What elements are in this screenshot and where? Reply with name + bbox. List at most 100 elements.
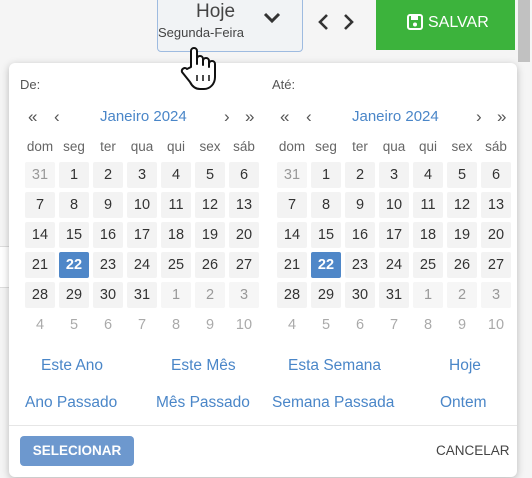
calendar-day[interactable]: 9 — [345, 192, 375, 218]
calendar-day[interactable]: 9 — [447, 312, 477, 338]
calendar-day[interactable]: 29 — [59, 282, 89, 308]
calendar-day[interactable]: 16 — [93, 222, 123, 248]
calendar-day[interactable]: 23 — [93, 252, 123, 278]
calendar-day[interactable]: 8 — [161, 312, 191, 338]
quick-range-last-month[interactable]: Mês Passado — [156, 394, 250, 412]
calendar-day[interactable]: 30 — [345, 282, 375, 308]
calendar-day[interactable]: 12 — [447, 192, 477, 218]
calendar-day[interactable]: 3 — [379, 162, 409, 188]
calendar-day[interactable]: 24 — [379, 252, 409, 278]
calendar-day[interactable]: 25 — [161, 252, 191, 278]
calendar-day[interactable]: 14 — [25, 222, 55, 248]
calendar-day[interactable]: 4 — [413, 162, 443, 188]
calendar-day[interactable]: 13 — [229, 192, 259, 218]
calendar-day[interactable]: 8 — [59, 192, 89, 218]
calendar-day[interactable]: 3 — [229, 282, 259, 308]
calendar-day[interactable]: 15 — [59, 222, 89, 248]
calendar-day[interactable]: 31 — [379, 282, 409, 308]
calendar-day-selected[interactable]: 22 — [311, 252, 341, 278]
cancel-button[interactable]: CANCELAR — [436, 443, 510, 458]
calendar-day-selected[interactable]: 22 — [59, 252, 89, 278]
quick-range-last-year[interactable]: Ano Passado — [25, 394, 117, 412]
calendar-day[interactable]: 2 — [447, 282, 477, 308]
calendar-day[interactable]: 13 — [481, 192, 511, 218]
calendar-day[interactable]: 8 — [311, 192, 341, 218]
calendar-day[interactable]: 20 — [229, 222, 259, 248]
quick-range-last-week[interactable]: Semana Passada — [272, 394, 394, 412]
next-arrow-icon[interactable] — [342, 12, 356, 37]
scrollbar-thumb[interactable] — [518, 0, 530, 62]
save-button[interactable]: SALVAR — [376, 0, 515, 50]
calendar-day[interactable]: 5 — [59, 312, 89, 338]
calendar-day[interactable]: 10 — [481, 312, 511, 338]
calendar-day[interactable]: 26 — [447, 252, 477, 278]
calendar-day[interactable]: 1 — [59, 162, 89, 188]
calendar-day[interactable]: 31 — [25, 162, 55, 188]
calendar-day[interactable]: 2 — [345, 162, 375, 188]
calendar-day[interactable]: 25 — [413, 252, 443, 278]
calendar-day[interactable]: 2 — [93, 162, 123, 188]
next-month-icon[interactable]: › — [224, 107, 230, 127]
calendar-day[interactable]: 26 — [195, 252, 225, 278]
calendar-day[interactable]: 11 — [413, 192, 443, 218]
calendar-day[interactable]: 10 — [229, 312, 259, 338]
calendar-day[interactable]: 6 — [345, 312, 375, 338]
calendar-day[interactable]: 18 — [161, 222, 191, 248]
calendar-day[interactable]: 17 — [379, 222, 409, 248]
calendar-day[interactable]: 23 — [345, 252, 375, 278]
select-button[interactable]: SELECIONAR — [20, 436, 134, 466]
calendar-day[interactable]: 4 — [25, 312, 55, 338]
calendar-day[interactable]: 21 — [25, 252, 55, 278]
calendar-day[interactable]: 30 — [93, 282, 123, 308]
calendar-day[interactable]: 7 — [25, 192, 55, 218]
calendar-day[interactable]: 5 — [447, 162, 477, 188]
calendar-day[interactable]: 2 — [195, 282, 225, 308]
next-month-icon[interactable]: › — [476, 107, 482, 127]
calendar-day[interactable]: 28 — [25, 282, 55, 308]
calendar-day[interactable]: 8 — [413, 312, 443, 338]
quick-range-this-year[interactable]: Este Ano — [41, 357, 103, 375]
month-label[interactable]: Janeiro 2024 — [100, 108, 187, 125]
quick-range-this-month[interactable]: Este Mês — [171, 357, 236, 375]
calendar-day[interactable]: 6 — [93, 312, 123, 338]
calendar-day[interactable]: 14 — [277, 222, 307, 248]
calendar-day[interactable]: 4 — [277, 312, 307, 338]
calendar-day[interactable]: 3 — [481, 282, 511, 308]
calendar-day[interactable]: 11 — [161, 192, 191, 218]
calendar-day[interactable]: 29 — [311, 282, 341, 308]
calendar-day[interactable]: 10 — [379, 192, 409, 218]
calendar-day[interactable]: 3 — [127, 162, 157, 188]
calendar-day[interactable]: 19 — [447, 222, 477, 248]
calendar-day[interactable]: 17 — [127, 222, 157, 248]
quick-range-today[interactable]: Hoje — [449, 357, 481, 375]
calendar-day[interactable]: 27 — [481, 252, 511, 278]
calendar-day[interactable]: 19 — [195, 222, 225, 248]
previous-month-icon[interactable]: ‹ — [306, 107, 312, 127]
calendar-day[interactable]: 31 — [277, 162, 307, 188]
calendar-day[interactable]: 9 — [93, 192, 123, 218]
chevron-down-icon[interactable] — [262, 11, 282, 30]
calendar-day[interactable]: 18 — [413, 222, 443, 248]
calendar-day[interactable]: 1 — [413, 282, 443, 308]
calendar-day[interactable]: 7 — [127, 312, 157, 338]
calendar-day[interactable]: 24 — [127, 252, 157, 278]
calendar-day[interactable]: 4 — [161, 162, 191, 188]
calendar-day[interactable]: 7 — [379, 312, 409, 338]
calendar-day[interactable]: 6 — [481, 162, 511, 188]
month-label[interactable]: Janeiro 2024 — [352, 108, 439, 125]
calendar-day[interactable]: 5 — [311, 312, 341, 338]
next-year-icon[interactable]: » — [497, 107, 506, 127]
calendar-day[interactable]: 1 — [311, 162, 341, 188]
calendar-day[interactable]: 7 — [277, 192, 307, 218]
calendar-day[interactable]: 20 — [481, 222, 511, 248]
calendar-day[interactable]: 5 — [195, 162, 225, 188]
previous-year-icon[interactable]: « — [28, 107, 37, 127]
calendar-day[interactable]: 15 — [311, 222, 341, 248]
calendar-day[interactable]: 27 — [229, 252, 259, 278]
calendar-day[interactable]: 12 — [195, 192, 225, 218]
calendar-day[interactable]: 6 — [229, 162, 259, 188]
calendar-day[interactable]: 16 — [345, 222, 375, 248]
quick-range-yesterday[interactable]: Ontem — [440, 394, 487, 412]
calendar-day[interactable]: 1 — [161, 282, 191, 308]
calendar-day[interactable]: 21 — [277, 252, 307, 278]
